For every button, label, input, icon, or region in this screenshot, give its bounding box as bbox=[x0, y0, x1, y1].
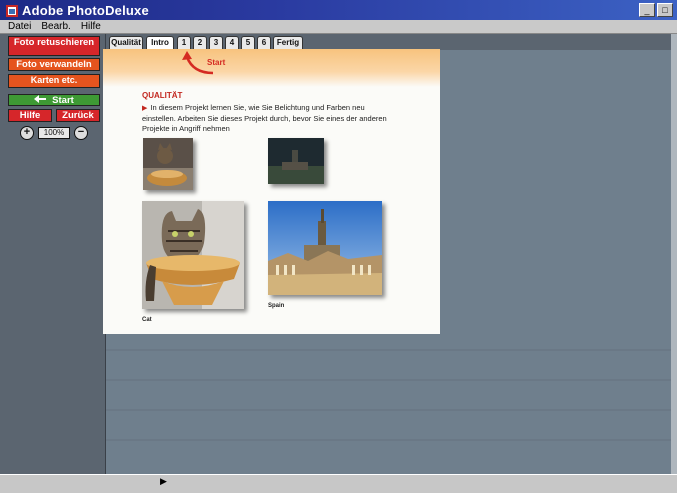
tab-intro[interactable]: Intro bbox=[146, 36, 174, 49]
title-bar: Adobe PhotoDeluxe _ □ bbox=[0, 0, 677, 20]
tab-5[interactable]: 5 bbox=[241, 36, 255, 49]
project-description: ▶ In diesem Projekt lernen Sie, wie Sie B… bbox=[142, 103, 392, 134]
start-button[interactable]: Start bbox=[8, 94, 100, 106]
menu-bar: Datei Bearb. Hilfe bbox=[0, 20, 677, 34]
scroll-right-arrow-icon[interactable]: ▶ bbox=[160, 476, 167, 487]
window-title: Adobe PhotoDeluxe bbox=[22, 2, 149, 18]
start-callout: Start bbox=[207, 58, 226, 67]
foto-verwandeln-button[interactable]: Foto verwandeln bbox=[8, 58, 100, 71]
cat-caption: Cat bbox=[142, 317, 152, 323]
bullet-icon: ▶ bbox=[142, 105, 148, 112]
project-document: Start QUALITÄT ▶ In diesem Projekt lernen… bbox=[103, 49, 440, 334]
project-heading: QUALITÄT bbox=[142, 91, 183, 100]
foto-retuschieren-button[interactable]: Foto retuschieren bbox=[8, 36, 100, 56]
tab-3[interactable]: 3 bbox=[209, 36, 223, 49]
tab-1[interactable]: 1 bbox=[177, 36, 191, 49]
tab-bar: Qualität Intro 1 2 3 4 5 6 Fertig bbox=[106, 34, 677, 50]
hilfe-button[interactable]: Hilfe bbox=[8, 109, 52, 122]
vertical-scrollbar[interactable] bbox=[671, 34, 677, 474]
maximize-button[interactable]: □ bbox=[657, 3, 673, 17]
zoom-controls: + 100% − bbox=[20, 126, 88, 140]
zoom-in-icon[interactable]: + bbox=[20, 126, 34, 140]
tab-fertig[interactable]: Fertig bbox=[273, 36, 303, 49]
document-header-band bbox=[103, 49, 440, 87]
start-arrow-icon bbox=[34, 94, 47, 106]
left-panel: Foto retuschieren Foto verwandeln Karten… bbox=[0, 34, 106, 493]
minimize-button[interactable]: _ bbox=[639, 3, 655, 17]
spain-photo[interactable] bbox=[268, 201, 382, 295]
cat-photo[interactable] bbox=[142, 201, 244, 309]
cat-thumbnail[interactable] bbox=[143, 138, 193, 190]
zurueck-button[interactable]: Zurück bbox=[56, 109, 100, 122]
menu-bearbeiten[interactable]: Bearb. bbox=[41, 21, 70, 32]
menu-hilfe[interactable]: Hilfe bbox=[81, 21, 101, 32]
tab-qualitaet[interactable]: Qualität bbox=[109, 36, 143, 49]
tab-2[interactable]: 2 bbox=[193, 36, 207, 49]
zoom-value[interactable]: 100% bbox=[38, 127, 70, 139]
tab-6[interactable]: 6 bbox=[257, 36, 271, 49]
start-label: Start bbox=[52, 94, 74, 106]
karten-button[interactable]: Karten etc. bbox=[8, 74, 100, 88]
status-bar: ▶ bbox=[0, 474, 677, 493]
project-description-text: In diesem Projekt lernen Sie, wie Sie Be… bbox=[142, 103, 387, 133]
zoom-out-icon[interactable]: − bbox=[74, 126, 88, 140]
menu-datei[interactable]: Datei bbox=[8, 21, 31, 32]
spain-thumbnail[interactable] bbox=[268, 138, 324, 184]
spain-caption: Spain bbox=[268, 303, 285, 309]
photodeluxe-app-icon bbox=[6, 4, 18, 17]
tab-4[interactable]: 4 bbox=[225, 36, 239, 49]
